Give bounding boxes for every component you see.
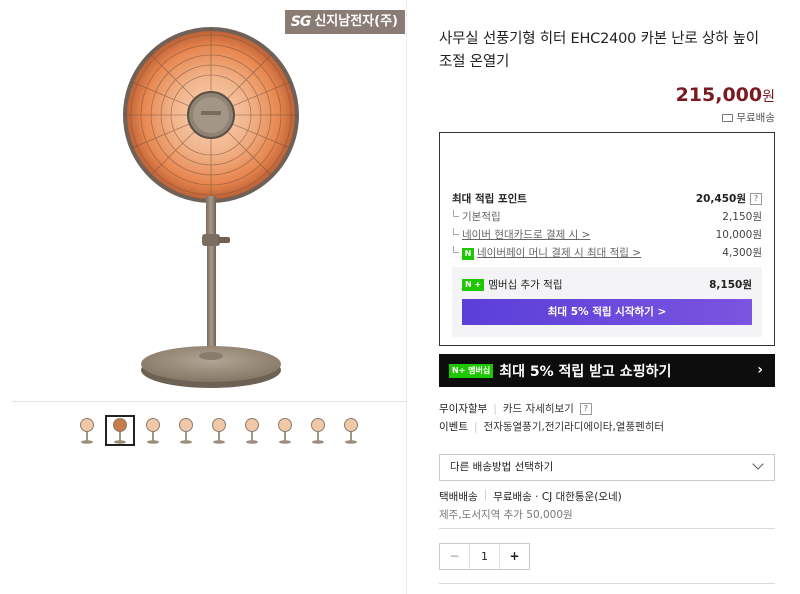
event-row: 이벤트 | 전자동열풍기,전기라디에이타,열풍펜히터 xyxy=(439,419,664,434)
thumbnail-image xyxy=(278,417,292,444)
quantity-increase-button[interactable]: + xyxy=(499,544,529,569)
thumbnail-image xyxy=(344,417,358,444)
free-shipping-tag: 무료배송 xyxy=(722,110,775,125)
heater-illustration xyxy=(123,27,299,388)
delivery-extra: 제주,도서지역 추가 50,000원 xyxy=(439,509,573,521)
points-row-value: 4,300원 xyxy=(722,247,762,259)
product-price: 215,000원 xyxy=(676,84,775,106)
brand-logo: SG xyxy=(290,14,312,30)
npay-points-link[interactable]: N 네이버페이 머니 결제 시 최대 적립 > xyxy=(452,245,642,260)
product-thumbnail[interactable] xyxy=(138,415,168,446)
product-thumbnail[interactable] xyxy=(72,415,102,446)
price-amount: 215,000 xyxy=(675,84,763,106)
brand-name: 신지남전자(주) xyxy=(314,14,398,29)
thumbnail-image xyxy=(179,417,193,444)
card-points-link[interactable]: 네이버 현대카드로 결제 시 > xyxy=(452,227,590,242)
divider: | xyxy=(493,402,497,415)
points-row-value: 10,000원 xyxy=(715,229,762,241)
npay-points-label: 네이버페이 머니 결제 시 최대 적립 > xyxy=(477,247,642,259)
nplus-membership-badge: N+ 멤버십 xyxy=(449,363,494,378)
quantity-decrease-button[interactable]: − xyxy=(440,544,470,569)
thumbnail-image xyxy=(245,417,259,444)
nplus-badge-icon: N + xyxy=(462,278,485,291)
chevron-down-icon xyxy=(752,458,764,470)
thumbnail-image xyxy=(146,417,160,444)
section-divider xyxy=(439,528,775,529)
price-unit: 원 xyxy=(762,89,775,105)
points-panel: 최대 적립 포인트 20,450원? 기본적립 2,150원 네이버 현대카드로… xyxy=(439,132,775,346)
points-row-card[interactable]: 네이버 현대카드로 결제 시 > 10,000원 xyxy=(452,227,762,242)
product-title: 사무실 선풍기형 히터 EHC2400 카본 난로 상하 높이 조절 온열기 xyxy=(439,31,759,70)
event-text[interactable]: 전자동열풍기,전기라디에이타,열풍펜히터 xyxy=(484,419,665,434)
product-thumbnail[interactable] xyxy=(237,415,267,446)
delivery-type: 택배배송 xyxy=(439,491,478,503)
points-row-npay[interactable]: N 네이버페이 머니 결제 시 최대 적립 > 4,300원 xyxy=(452,245,762,260)
product-thumbnail[interactable] xyxy=(336,415,366,446)
membership-row: N + 멤버십 추가 적립 8,150원 xyxy=(462,277,752,292)
delivery-detail: 무료배송 · CJ 대한통운(오네) xyxy=(493,491,622,503)
banner-text: 최대 5% 적립 받고 쇼핑하기 xyxy=(499,363,672,380)
product-thumbnail[interactable] xyxy=(270,415,300,446)
max-points-label: 최대 적립 포인트 xyxy=(452,193,527,205)
thumbnail-image xyxy=(311,417,325,444)
membership-label: 멤버십 추가 적립 xyxy=(488,279,563,291)
event-label: 이벤트 xyxy=(439,421,468,433)
delivery-row: 택배배송 | 무료배송 · CJ 대한통운(오네) xyxy=(439,489,622,504)
truck-icon xyxy=(722,113,734,122)
membership-value: 8,150원 xyxy=(709,279,752,291)
brand-badge: SG 신지남전자(주) xyxy=(284,10,405,34)
shipping-method-value: 다른 배송방법 선택하기 xyxy=(450,461,554,473)
npay-icon: N xyxy=(462,248,474,260)
thumbnail-strip xyxy=(72,415,366,446)
points-row-basic: 기본적립 2,150원 xyxy=(452,209,762,224)
product-gallery: SG 신지남전자(주) xyxy=(12,10,406,594)
installment-row: 무이자할부 | 카드 자세히보기 ? xyxy=(439,401,592,416)
shipping-method-select[interactable]: 다른 배송방법 선택하기 xyxy=(439,454,775,481)
card-detail-link[interactable]: 카드 자세히보기 xyxy=(503,401,574,416)
quantity-value[interactable]: 1 xyxy=(470,544,499,569)
divider: | xyxy=(473,420,478,433)
thumbnail-image xyxy=(113,417,127,444)
free-shipping-label: 무료배송 xyxy=(736,112,775,124)
thumbnail-image xyxy=(80,417,94,444)
membership-area: N + 멤버십 추가 적립 8,150원 최대 5% 적립 시작하기 > xyxy=(452,267,762,337)
product-thumbnail[interactable] xyxy=(171,415,201,446)
points-row-label: 기본적립 xyxy=(453,210,501,223)
help-icon[interactable]: ? xyxy=(579,402,592,415)
membership-banner[interactable]: N+ 멤버십 최대 5% 적립 받고 쇼핑하기 › xyxy=(439,354,775,387)
max-points-value: 20,450원 xyxy=(695,193,746,205)
max-points-row: 최대 적립 포인트 20,450원? xyxy=(452,191,762,206)
divider: | xyxy=(483,489,488,501)
column-divider xyxy=(406,0,407,594)
product-main-image[interactable] xyxy=(12,10,406,402)
membership-start-button[interactable]: 최대 5% 적립 시작하기 > xyxy=(462,299,752,325)
product-thumbnail[interactable] xyxy=(303,415,333,446)
thumbnail-image xyxy=(212,417,226,444)
installment-label: 무이자할부 xyxy=(439,403,488,415)
product-thumbnail[interactable] xyxy=(105,415,135,446)
quantity-stepper: − 1 + xyxy=(439,543,530,570)
product-thumbnail[interactable] xyxy=(204,415,234,446)
points-row-value: 2,150원 xyxy=(722,211,762,223)
chevron-right-icon: › xyxy=(757,362,763,378)
help-icon[interactable]: ? xyxy=(750,192,762,205)
section-divider xyxy=(439,583,775,584)
